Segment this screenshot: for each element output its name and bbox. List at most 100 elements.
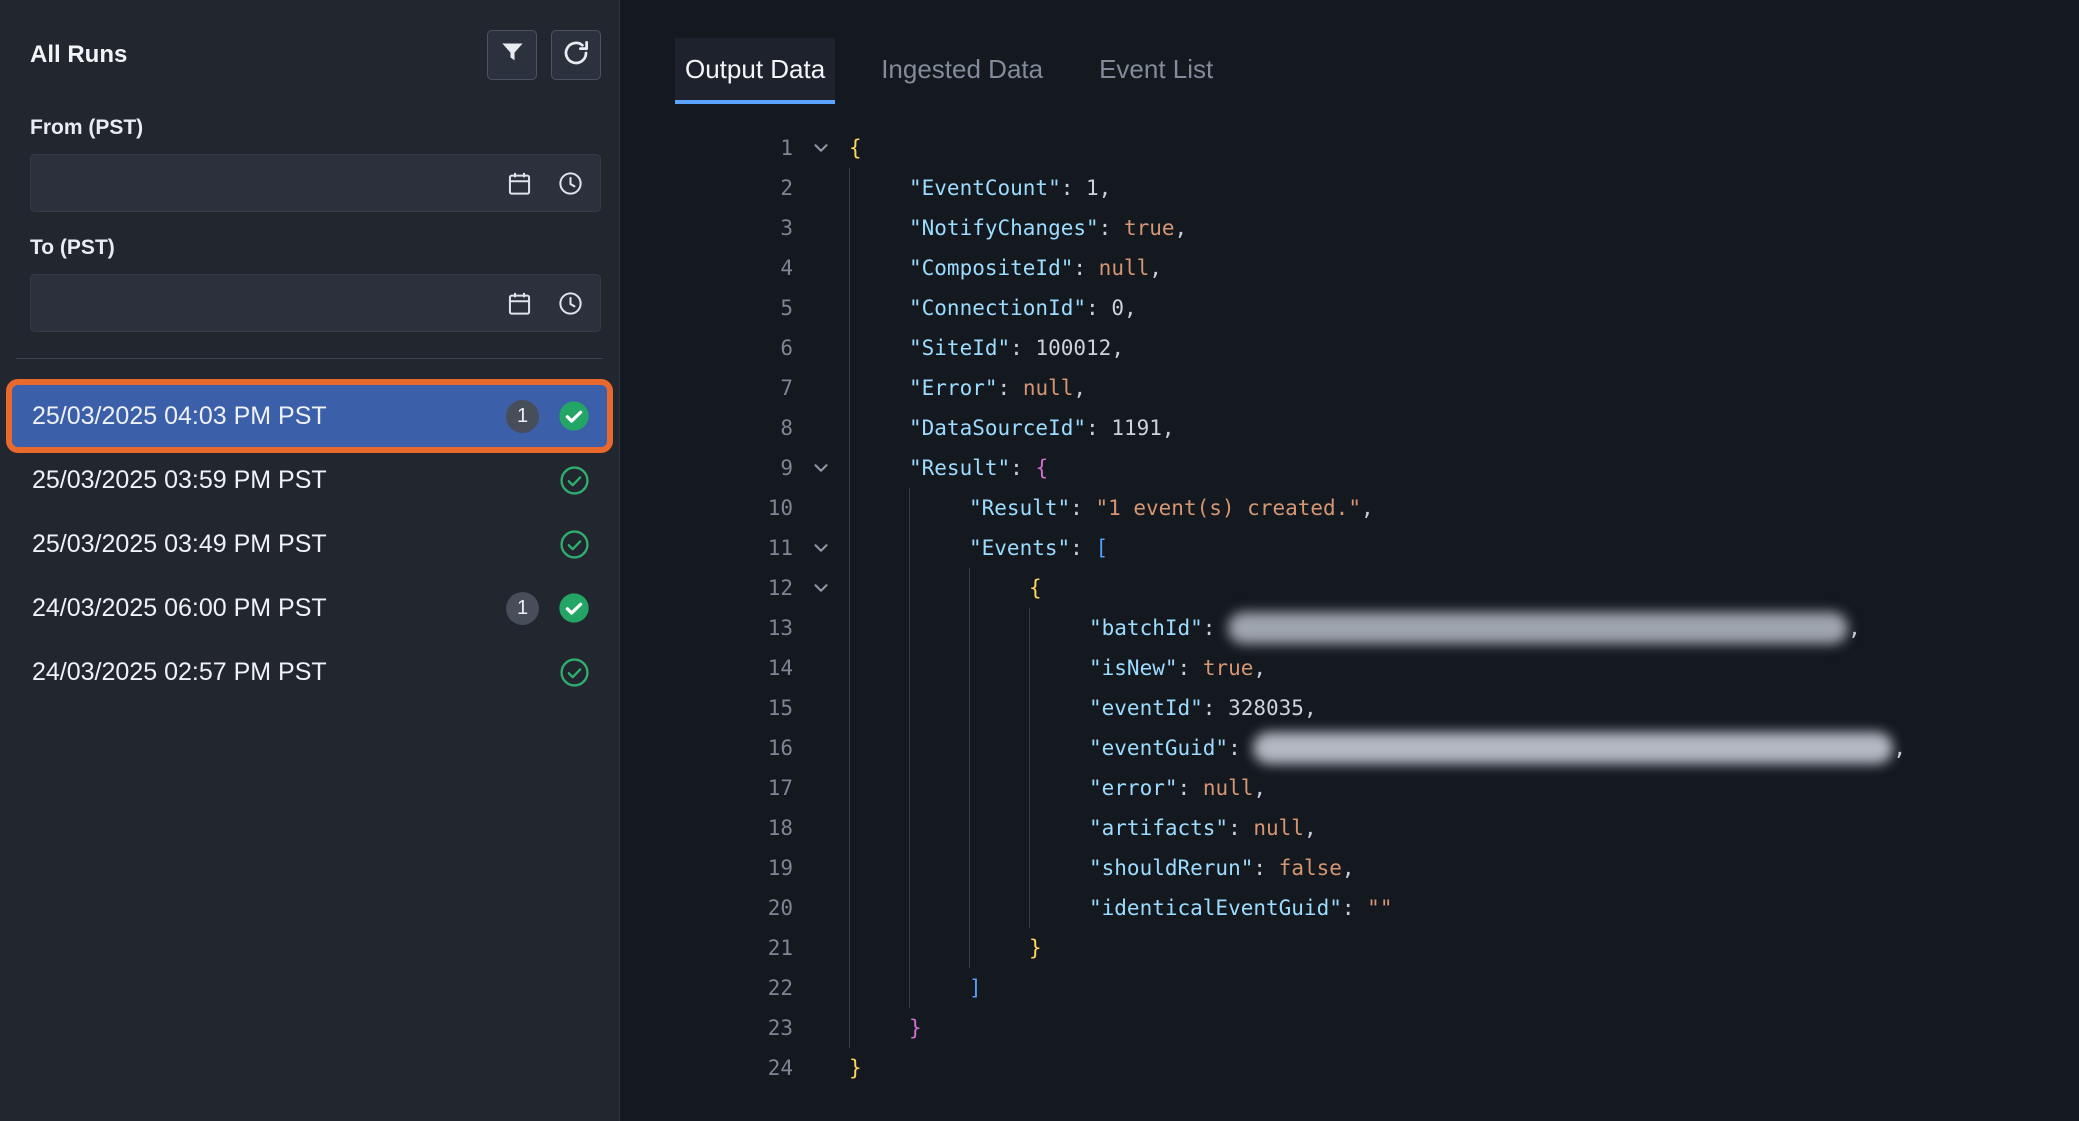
redacted-value bbox=[1228, 612, 1848, 644]
json-line: 17"error": null, bbox=[621, 768, 2079, 808]
json-token-punc: , bbox=[1253, 648, 1266, 688]
json-token-key: "error" bbox=[1089, 768, 1178, 808]
json-token-punc: : bbox=[1086, 288, 1111, 328]
json-token-punc: : bbox=[1099, 208, 1124, 248]
json-token-b1: } bbox=[849, 1048, 862, 1088]
json-line: 20"identicalEventGuid": "" bbox=[621, 888, 2079, 928]
filter-button[interactable] bbox=[487, 30, 537, 80]
indent-guide bbox=[849, 448, 909, 488]
json-token-b2: } bbox=[909, 1008, 922, 1048]
chevron-slot bbox=[793, 1048, 849, 1088]
json-token-punc: , bbox=[1342, 848, 1355, 888]
indent-guide bbox=[969, 928, 1029, 968]
json-token-key: "SiteId" bbox=[909, 328, 1010, 368]
json-line: 8"DataSourceId": 1191, bbox=[621, 408, 2079, 448]
indent-guide bbox=[969, 728, 1029, 768]
indent-guide bbox=[849, 688, 909, 728]
chevron-slot bbox=[793, 288, 849, 328]
line-number: 18 bbox=[621, 808, 793, 848]
indent-guide bbox=[969, 568, 1029, 608]
json-token-kw: null bbox=[1203, 768, 1254, 808]
clock-icon[interactable] bbox=[557, 290, 584, 317]
collapse-chevron-icon[interactable] bbox=[793, 528, 849, 568]
json-token-punc: , bbox=[1162, 408, 1175, 448]
json-line: 15"eventId": 328035, bbox=[621, 688, 2079, 728]
refresh-button[interactable] bbox=[551, 30, 601, 80]
line-number: 13 bbox=[621, 608, 793, 648]
json-token-key: "Result" bbox=[909, 448, 1010, 488]
indent-guide bbox=[909, 848, 969, 888]
json-token-punc: , bbox=[1304, 808, 1317, 848]
success-check-filled-icon bbox=[557, 591, 591, 625]
chevron-slot bbox=[793, 248, 849, 288]
to-field-icons bbox=[506, 275, 584, 331]
line-number: 22 bbox=[621, 968, 793, 1008]
json-token-num: 100012 bbox=[1035, 328, 1111, 368]
line-number: 3 bbox=[621, 208, 793, 248]
tab-output-data[interactable]: Output Data bbox=[675, 38, 835, 104]
tab-event-list[interactable]: Event List bbox=[1089, 38, 1223, 104]
success-check-filled-icon bbox=[557, 399, 591, 433]
json-line: 7"Error": null, bbox=[621, 368, 2079, 408]
collapse-chevron-icon[interactable] bbox=[793, 568, 849, 608]
line-number: 10 bbox=[621, 488, 793, 528]
json-line: 5"ConnectionId": 0, bbox=[621, 288, 2079, 328]
indent-guide bbox=[969, 808, 1029, 848]
json-token-key: "Result" bbox=[969, 488, 1070, 528]
indent-guide bbox=[969, 608, 1029, 648]
indent-guide bbox=[909, 608, 969, 648]
indent-guide bbox=[849, 728, 909, 768]
line-number: 2 bbox=[621, 168, 793, 208]
chevron-slot bbox=[793, 608, 849, 648]
chevron-slot bbox=[793, 488, 849, 528]
json-token-punc: : bbox=[1010, 328, 1035, 368]
json-token-key: "eventId" bbox=[1089, 688, 1203, 728]
run-list-item[interactable]: 24/03/2025 02:57 PM PST bbox=[12, 641, 607, 703]
runs-list: 25/03/2025 04:03 PM PST125/03/2025 03:59… bbox=[0, 375, 619, 703]
json-code: } bbox=[1029, 928, 1042, 968]
line-number: 12 bbox=[621, 568, 793, 608]
indent-guide bbox=[1029, 888, 1089, 928]
success-check-outline-icon bbox=[557, 463, 591, 497]
filter-funnel-icon bbox=[499, 39, 526, 71]
json-line: 4"CompositeId": null, bbox=[621, 248, 2079, 288]
line-number: 15 bbox=[621, 688, 793, 728]
json-code: "shouldRerun": false, bbox=[1089, 848, 1355, 888]
indent-guide bbox=[849, 928, 909, 968]
json-token-key: "CompositeId" bbox=[909, 248, 1073, 288]
json-token-num: 328035 bbox=[1228, 688, 1304, 728]
json-code: "artifacts": null, bbox=[1089, 808, 1317, 848]
json-token-punc: , bbox=[1111, 328, 1124, 368]
chevron-slot bbox=[793, 928, 849, 968]
run-list-item[interactable]: 25/03/2025 04:03 PM PST1 bbox=[12, 385, 607, 447]
line-number: 17 bbox=[621, 768, 793, 808]
json-token-num: 1191 bbox=[1111, 408, 1162, 448]
tab-bar: Output Data Ingested Data Event List bbox=[621, 38, 2079, 104]
from-field-icons bbox=[506, 155, 584, 211]
json-line: 10"Result": "1 event(s) created.", bbox=[621, 488, 2079, 528]
json-token-punc: : bbox=[1073, 248, 1098, 288]
chevron-slot bbox=[793, 168, 849, 208]
json-token-punc: , bbox=[1304, 688, 1317, 728]
calendar-icon[interactable] bbox=[506, 170, 533, 197]
collapse-chevron-icon[interactable] bbox=[793, 448, 849, 488]
run-detail-pane: Output Data Ingested Data Event List 1{2… bbox=[621, 0, 2079, 1121]
chevron-slot bbox=[793, 368, 849, 408]
json-line: 22] bbox=[621, 968, 2079, 1008]
json-token-punc: : bbox=[1342, 888, 1367, 928]
line-number: 14 bbox=[621, 648, 793, 688]
run-list-item[interactable]: 25/03/2025 03:59 PM PST bbox=[12, 449, 607, 511]
calendar-icon[interactable] bbox=[506, 290, 533, 317]
tab-ingested-data[interactable]: Ingested Data bbox=[871, 38, 1053, 104]
indent-guide bbox=[909, 968, 969, 1008]
json-token-key: "ConnectionId" bbox=[909, 288, 1086, 328]
to-label: To (PST) bbox=[30, 236, 601, 260]
collapse-chevron-icon[interactable] bbox=[793, 128, 849, 168]
clock-icon[interactable] bbox=[557, 170, 584, 197]
indent-guide bbox=[849, 248, 909, 288]
run-list-item[interactable]: 25/03/2025 03:49 PM PST bbox=[12, 513, 607, 575]
run-list-item[interactable]: 24/03/2025 06:00 PM PST1 bbox=[12, 577, 607, 639]
app: { "sidebar": { "title": "All Runs", "fil… bbox=[0, 0, 2079, 1121]
json-line: 12{ bbox=[621, 568, 2079, 608]
json-code: "Events": [ bbox=[969, 528, 1108, 568]
